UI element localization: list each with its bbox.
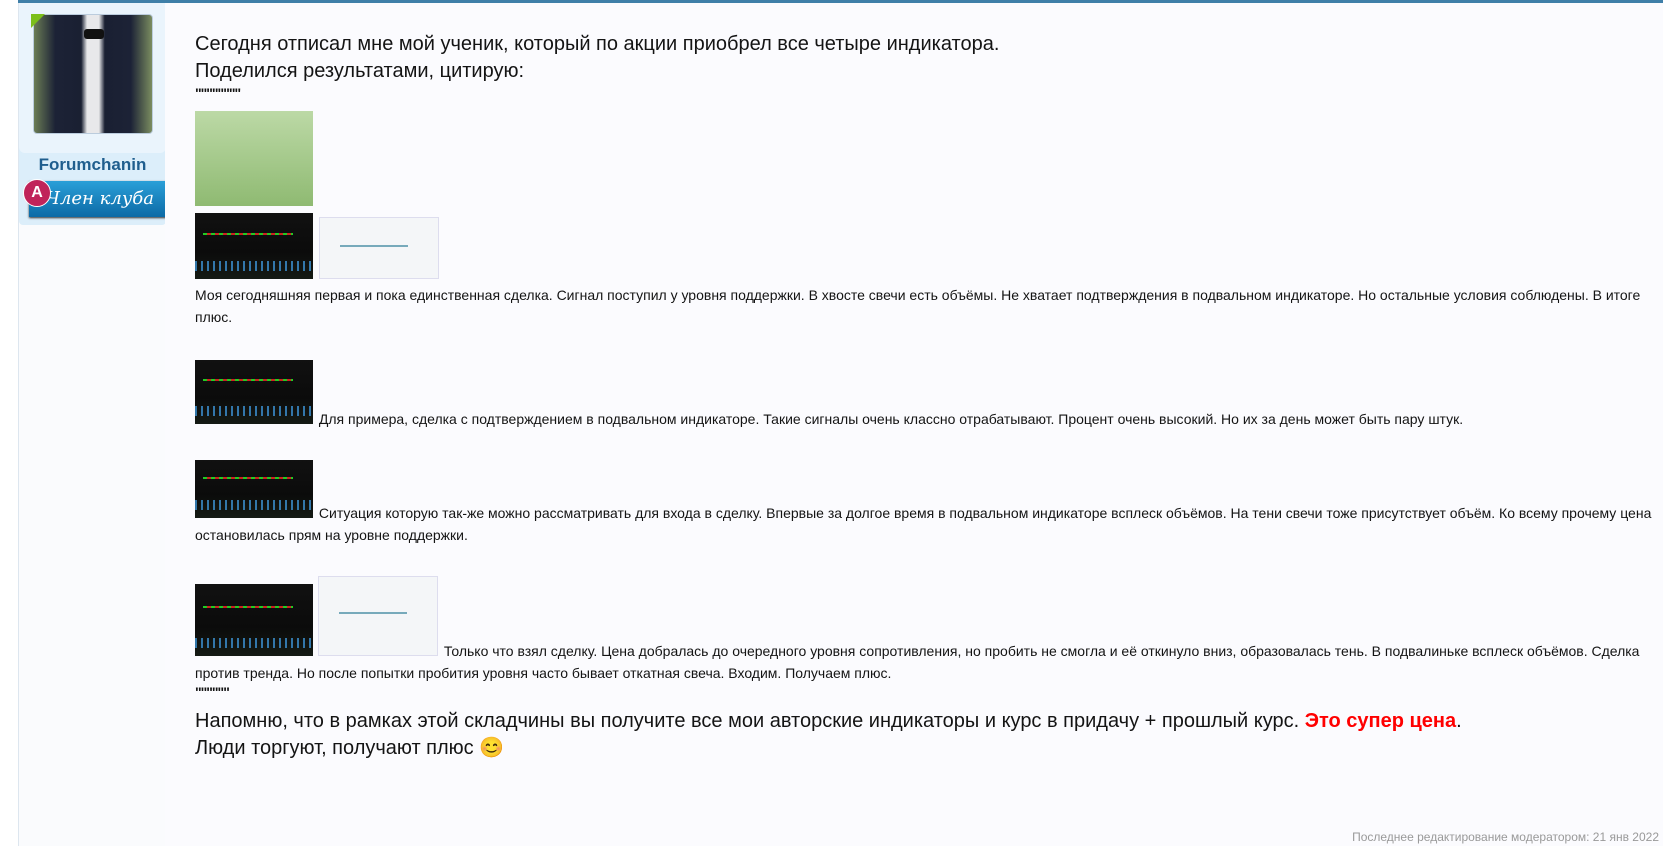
quote-close: """""" (195, 684, 230, 700)
paragraph-3-block: Ситуация которую так-же можно рассматрив… (195, 460, 1663, 546)
paragraph-4-block: Только что взял сделку. Цена добралась д… (195, 576, 1663, 684)
outro-dot: . (1456, 710, 1462, 732)
screenshot-thumbnail-chart[interactable] (195, 213, 313, 279)
smiley-icon: 😊 (479, 737, 505, 759)
screenshot-thumbnail-chart[interactable] (195, 584, 313, 656)
post-author-sidebar: Forumchanin A Член клуба (18, 3, 179, 846)
outro-line-1: Напомню, что в рамках этой складчины вы … (195, 708, 1663, 735)
post-body: Сегодня отписал мне мой ученик, который … (165, 3, 1663, 846)
paragraph-2-block: Для примера, сделка с подтверждением в п… (195, 360, 1663, 430)
screenshot-thumbnail-chart[interactable] (195, 460, 313, 518)
paragraph-2: Для примера, сделка с подтверждением в п… (318, 411, 1464, 427)
outro-line-2: Люди торгуют, получают плюс 😊 (195, 735, 1663, 762)
paragraph-1: Моя сегодняшняя первая и пока единственн… (195, 287, 1641, 325)
avatar-container (19, 3, 179, 153)
screenshot-thumbnail-stats[interactable] (319, 217, 439, 279)
badge-letter-icon: A (23, 179, 51, 207)
avatar[interactable] (33, 14, 153, 134)
online-indicator-icon (31, 14, 45, 28)
post-content: Сегодня отписал мне мой ученик, который … (195, 31, 1663, 762)
user-title-banner: Член клуба (29, 181, 171, 217)
intro-line-1: Сегодня отписал мне мой ученик, который … (195, 33, 1000, 55)
screenshot-thumbnail-chart[interactable] (195, 360, 313, 424)
edit-notice: Последнее редактирование модератором: 21… (1352, 830, 1659, 844)
outro-text-2: Люди торгуют, получают плюс (195, 737, 480, 759)
outro-text: Напомню, что в рамках этой складчины вы … (195, 710, 1305, 732)
intro-line-2: Поделился результатами, цитирую: (195, 60, 525, 82)
bowtie-icon (84, 29, 104, 39)
paragraph-3: Ситуация которую так-же можно рассматрив… (195, 505, 1652, 543)
price-highlight: Это супер цена (1304, 710, 1457, 732)
screenshot-thumbnail-chat[interactable] (195, 111, 313, 206)
screenshot-thumbnail-stats[interactable] (318, 576, 438, 656)
username-link[interactable]: Forumchanin (19, 155, 166, 175)
quote-open: """""""" (195, 85, 241, 101)
user-block: Forumchanin A Член клуба (19, 3, 179, 225)
